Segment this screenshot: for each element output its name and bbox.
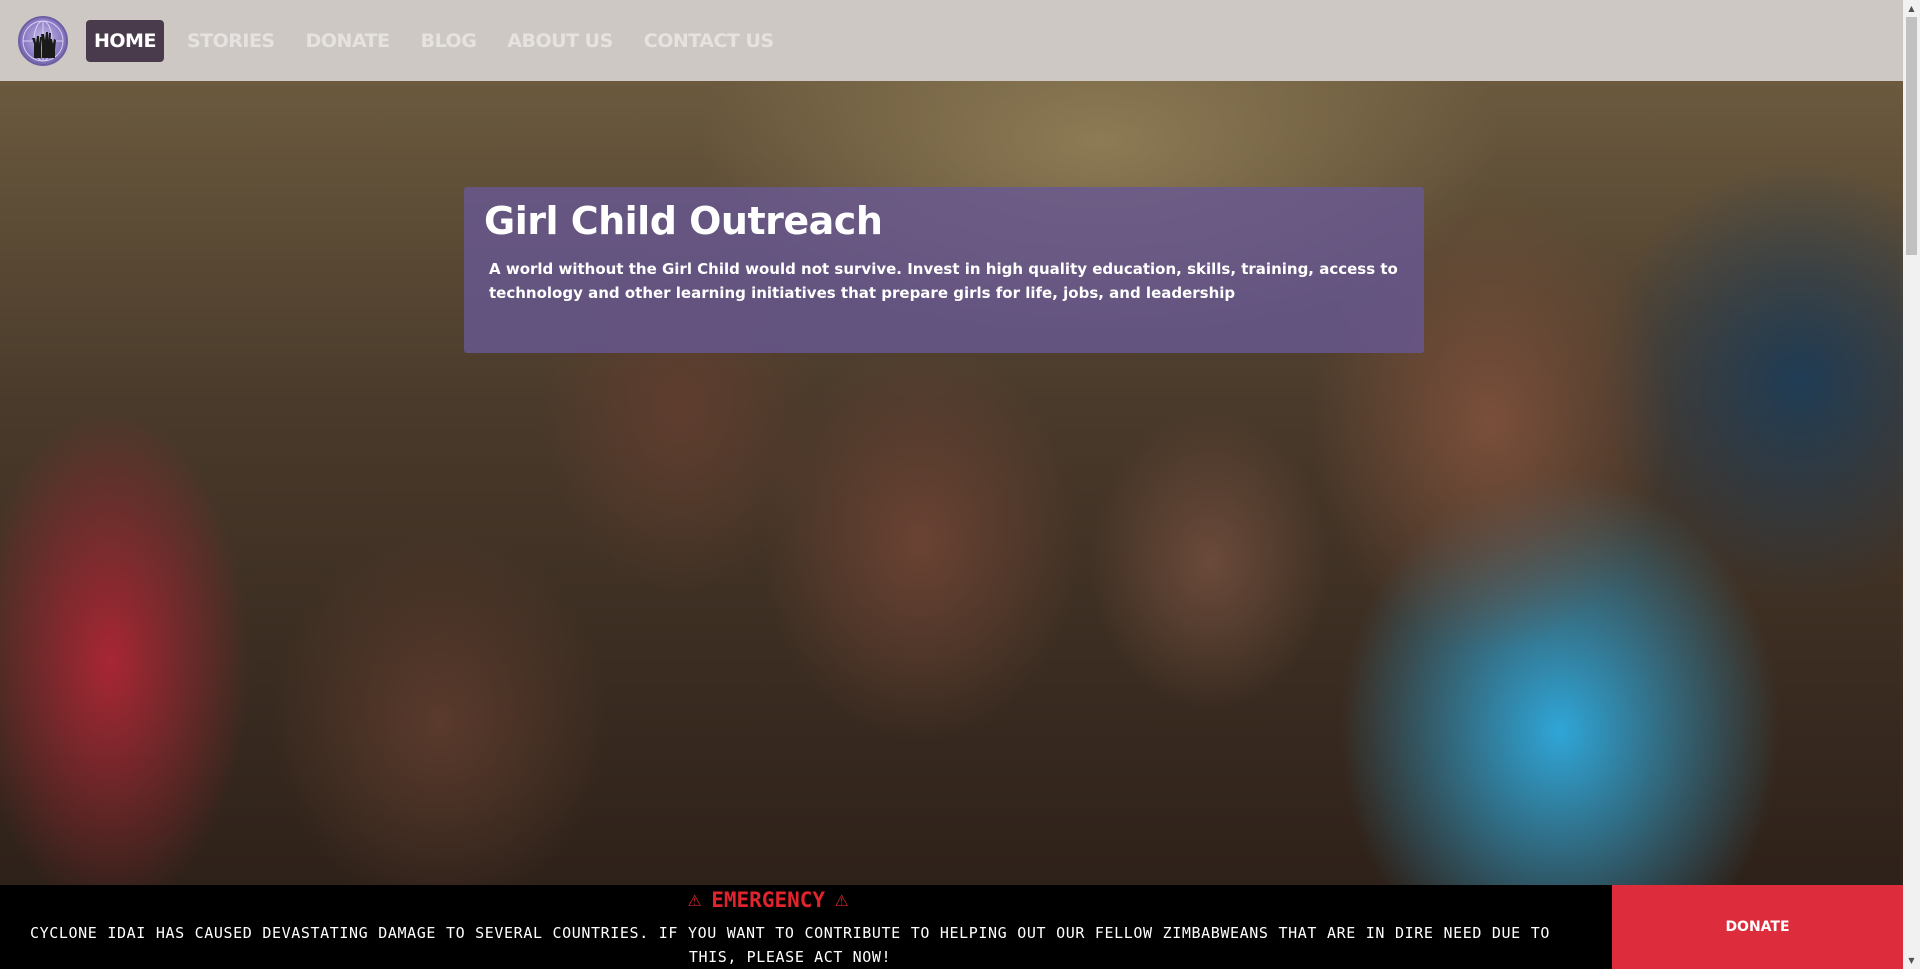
warning-triangle-icon: ⚠ — [688, 887, 702, 912]
top-navbar: HOME STORIES DONATE BLOG ABOUT US CONTAC… — [0, 0, 1903, 81]
hero-background-image: Girl Child Outreach A world without the … — [0, 81, 1903, 885]
nav-stories[interactable]: STORIES — [179, 20, 283, 62]
emergency-message: CYCLONE IDAI HAS CAUSED DEVASTATING DAMA… — [30, 924, 1550, 966]
page-scrollbar[interactable]: ▲ ▼ — [1903, 0, 1920, 969]
nav-home[interactable]: HOME — [86, 19, 164, 62]
scroll-up-arrow-icon[interactable]: ▲ — [1903, 0, 1920, 17]
nav-about-us[interactable]: ABOUT US — [499, 20, 620, 62]
hero-description: A world without the Girl Child would not… — [489, 260, 1398, 302]
hero-card: Girl Child Outreach A world without the … — [464, 187, 1424, 353]
nav-blog[interactable]: BLOG — [413, 20, 485, 62]
donate-button[interactable]: DONATE — [1612, 885, 1903, 969]
nav-donate[interactable]: DONATE — [298, 20, 398, 62]
scrollbar-thumb[interactable] — [1906, 17, 1917, 255]
warning-triangle-icon: ⚠ — [835, 887, 849, 912]
emergency-heading-text: EMERGENCY — [711, 887, 826, 912]
scroll-down-arrow-icon[interactable]: ▼ — [1903, 952, 1920, 969]
nav-contact-us[interactable]: CONTACT US — [636, 20, 782, 62]
globe-hands-logo-icon[interactable] — [18, 15, 68, 66]
emergency-heading: ⚠ EMERGENCY ⚠ — [688, 887, 848, 912]
hero-title: Girl Child Outreach — [484, 199, 883, 243]
